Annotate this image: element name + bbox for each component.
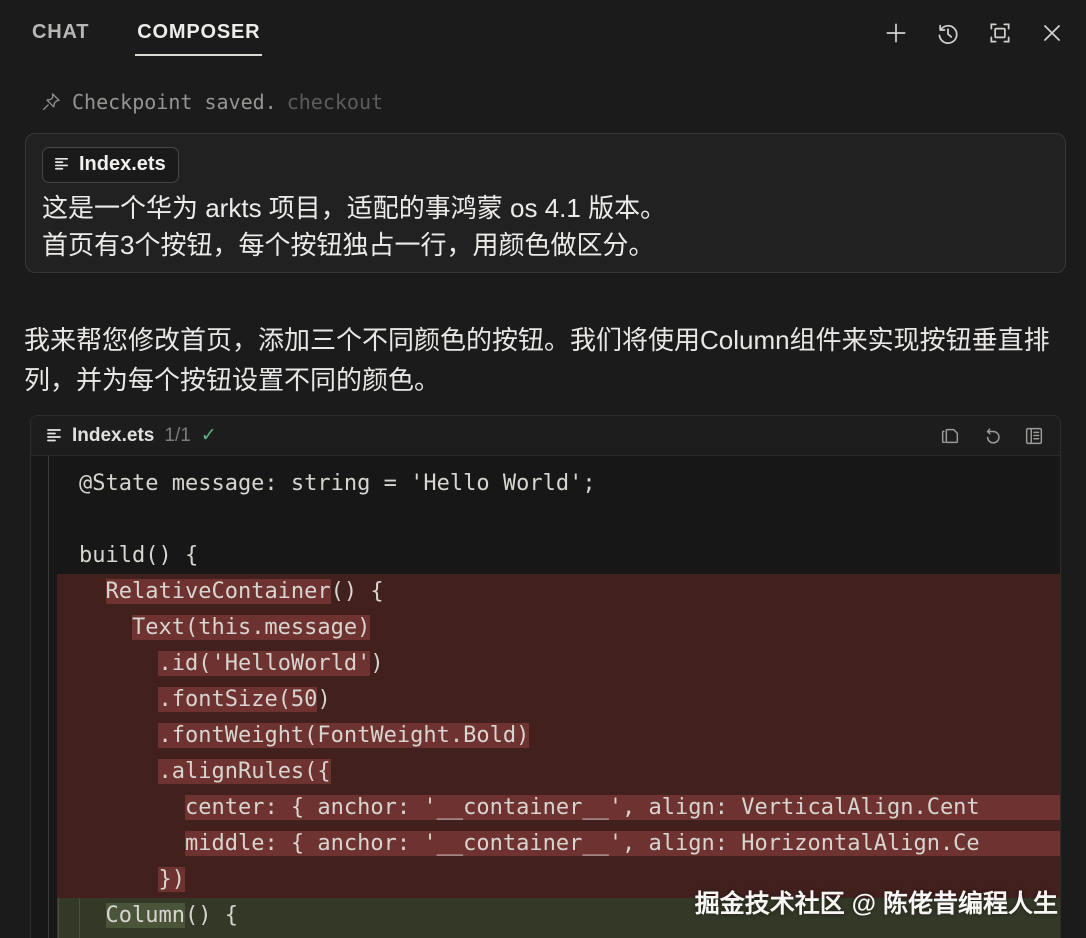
file-chip[interactable]: Index.ets [42,147,179,183]
diff-changed-token: Text(this.message) [132,615,370,640]
diff-changed-token: }) [158,867,185,892]
code-line: @State message: string = 'Hello World'; [31,466,1060,502]
pin-icon [40,91,62,113]
checkout-link[interactable]: checkout [287,90,383,114]
code-line: build() { [31,538,1060,574]
watermark: 掘金技术社区 @ 陈佬昔编程人生 [695,884,1058,920]
code-line: Text [31,934,1060,938]
file-chip-label: Index.ets [79,153,166,176]
code-line: .alignRules({ [31,754,1060,790]
composer-panel: CHAT COMPOSER [0,0,1086,938]
code-body: @State message: string = 'Hello World'; b… [31,456,1060,938]
code-line: Text(this.message) [31,610,1060,646]
code-line: middle: { anchor: '__container__', align… [31,826,1060,862]
assistant-message: 我来帮您修改首页，添加三个不同颜色的按钮。我们将使用Column组件来实现按钮垂… [24,320,1070,400]
fullscreen-icon[interactable] [986,19,1014,47]
diff-changed-token: center: { anchor: '__container__', align… [185,795,1060,820]
code-line: .fontSize(50) [31,682,1060,718]
check-icon: ✓ [201,424,217,447]
code-block-header: Index.ets 1/1 ✓ [31,416,1060,456]
topbar-actions [882,19,1086,47]
diff-changed-token: middle: { anchor: '__container__', align… [185,831,1060,856]
close-icon[interactable] [1038,19,1066,47]
tab-chat[interactable]: CHAT [32,7,89,60]
code-line [31,502,1060,538]
revert-icon[interactable] [980,424,1004,448]
code-header-actions [938,424,1046,448]
code-lines: @State message: string = 'Hello World'; b… [31,466,1060,938]
code-line: .fontWeight(FontWeight.Bold) [31,718,1060,754]
top-bar: CHAT COMPOSER [0,0,1086,66]
tab-composer[interactable]: COMPOSER [137,7,260,60]
new-composer-icon[interactable] [882,19,910,47]
code-diff-block: Index.ets 1/1 ✓ [30,415,1061,938]
user-message-text: 这是一个华为 arkts 项目，适配的事鸿蒙 os 4.1 版本。 首页有3个按… [42,190,1049,264]
code-filename[interactable]: Index.ets [72,425,154,447]
checkpoint-label: Checkpoint saved. [72,90,277,114]
file-lines-icon [45,427,63,445]
diff-changed-token: Column [106,903,185,928]
diff-changed-token: .alignRules({ [158,759,330,784]
diff-changed-token: .fontSize(50 [158,687,317,712]
user-message-line2: 首页有3个按钮，每个按钮独占一行，用颜色做区分。 [42,227,1049,264]
code-line: RelativeContainer() { [31,574,1060,610]
diff-changed-token: RelativeContainer [106,579,331,604]
diff-changed-token: .id('HelloWorld' [158,651,370,676]
code-line: .id('HelloWorld') [31,646,1060,682]
diff-progress: 1/1 [164,425,190,447]
tab-bar: CHAT COMPOSER [32,7,260,60]
checkpoint-row: Checkpoint saved. checkout [40,90,383,114]
history-icon[interactable] [934,19,962,47]
user-message-line1: 这是一个华为 arkts 项目，适配的事鸿蒙 os 4.1 版本。 [42,190,1049,227]
file-lines-icon [53,156,70,173]
copy-icon[interactable] [938,424,962,448]
user-message-box: Index.ets 这是一个华为 arkts 项目，适配的事鸿蒙 os 4.1 … [25,133,1066,273]
diff-changed-token: .fontWeight(FontWeight.Bold) [158,723,529,748]
open-in-editor-icon[interactable] [1022,424,1046,448]
code-line: center: { anchor: '__container__', align… [31,790,1060,826]
